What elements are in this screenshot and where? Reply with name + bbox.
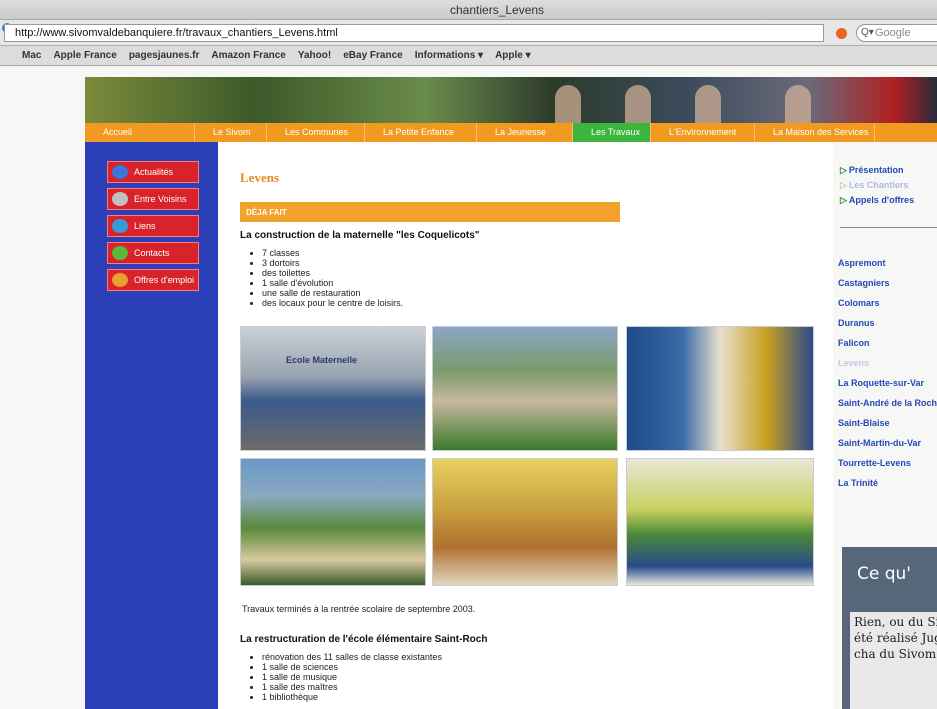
bookmark-item[interactable]: eBay France: [343, 50, 402, 61]
photo-hillside-village: [432, 326, 618, 451]
project-title: La restructuration de l'école élémentair…: [240, 634, 488, 645]
nav-item-accueil[interactable]: Accueil: [85, 123, 195, 142]
divider: [840, 227, 937, 228]
bookmark-item[interactable]: Informations ▾: [415, 50, 483, 61]
bookmark-item[interactable]: Mac: [22, 50, 41, 61]
right-link-label: Présentation: [848, 165, 904, 175]
bookmark-item[interactable]: pagesjaunes.fr: [129, 50, 200, 61]
left-menu-label: Liens: [134, 221, 156, 231]
nav-item-petite-enfance[interactable]: La Petite Enfance: [365, 123, 477, 142]
photo-school-entrance: Ecole Maternelle: [240, 326, 426, 451]
right-link-presentation[interactable]: ▷ Présentation: [840, 165, 903, 176]
photo-dining-hall: [626, 458, 814, 586]
town-link[interactable]: Duranus: [838, 318, 875, 328]
page-title: Levens: [240, 170, 279, 185]
list-item: 7 classes: [262, 248, 403, 258]
nav-item-travaux[interactable]: Les Travaux: [573, 123, 651, 142]
nav-item-maison-services[interactable]: La Maison des Services: [755, 123, 875, 142]
bookmark-item[interactable]: Yahoo!: [298, 50, 331, 61]
list-item: 1 salle de sciences: [262, 662, 442, 672]
bookmark-item[interactable]: Apple ▾: [495, 50, 531, 61]
list-item: 1 salle des maîtres: [262, 682, 442, 692]
town-link[interactable]: La Trinité: [838, 478, 878, 488]
window-title: chantiers_Levens: [450, 3, 545, 17]
right-link-chantiers[interactable]: ▷ Les Chantiers: [840, 180, 908, 191]
search-placeholder: Google: [875, 27, 911, 39]
town-link[interactable]: Tourrette-Levens: [838, 458, 911, 468]
photo-classroom-tables: [432, 458, 618, 586]
left-menu-label: Offres d'emploi: [134, 275, 195, 285]
web-page: Accueil Le Sivom Les Communes La Petite …: [0, 67, 937, 709]
left-menu-label: Entre Voisins: [134, 194, 187, 204]
address-toolbar: http://www.sivomvaldebanquiere.fr/travau…: [0, 20, 937, 46]
bookmark-item[interactable]: Apple France: [53, 50, 116, 61]
right-link-label: Appels d'offres: [848, 195, 915, 205]
url-field[interactable]: http://www.sivomvaldebanquiere.fr/travau…: [4, 24, 824, 42]
town-link[interactable]: La Roquette-sur-Var: [838, 378, 924, 388]
town-link[interactable]: Colomars: [838, 298, 880, 308]
photo-classroom-hall: [626, 326, 814, 451]
completion-caption: Travaux terminés à la rentrée scolaire d…: [242, 604, 476, 614]
nav-item-le-sivom[interactable]: Le Sivom: [195, 123, 267, 142]
project-title: La construction de la maternelle "les Co…: [240, 230, 480, 241]
nav-item-communes[interactable]: Les Communes: [267, 123, 365, 142]
town-link[interactable]: Falicon: [838, 338, 870, 348]
overlay-text: Rien, ou du Sivom été réalisé Juge, cha …: [850, 612, 937, 709]
nav-item-jeunesse[interactable]: La Jeunesse: [477, 123, 573, 142]
town-link-current[interactable]: Levens: [838, 358, 869, 368]
arrow-icon: ▷: [840, 195, 847, 205]
project-list: 7 classes 3 dortoirs des toilettes 1 sal…: [262, 248, 403, 308]
left-menu-actualites[interactable]: Actualités: [107, 161, 199, 183]
arrow-icon: ▷: [840, 165, 847, 175]
list-item: 1 salle de musique: [262, 672, 442, 682]
right-link-appels-offres[interactable]: ▷ Appels d'offres: [840, 195, 914, 206]
overlay-heading: Ce qu': [857, 564, 911, 584]
people-icon: [112, 273, 128, 287]
photo-sign: Ecole Maternelle: [286, 355, 358, 365]
list-item: des locaux pour le centre de loisirs.: [262, 298, 403, 308]
town-link[interactable]: Castagniers: [838, 278, 890, 288]
right-link-label: Les Chantiers: [848, 180, 909, 190]
news-icon: [112, 165, 128, 179]
list-item: des toilettes: [262, 268, 403, 278]
list-item: 1 salle d'évolution: [262, 278, 403, 288]
town-link[interactable]: Saint-André de la Roche: [838, 398, 937, 408]
photo-playground: [240, 458, 426, 586]
town-link[interactable]: Aspremont: [838, 258, 886, 268]
left-menu-contacts[interactable]: Contacts: [107, 242, 199, 264]
left-menu-label: Actualités: [134, 167, 174, 177]
list-item: 3 dortoirs: [262, 258, 403, 268]
left-menu-entre-voisins[interactable]: Entre Voisins: [107, 188, 199, 210]
town-link[interactable]: Saint-Martin-du-Var: [838, 438, 921, 448]
bookmark-item[interactable]: Amazon France: [211, 50, 285, 61]
nav-item-environnement[interactable]: L'Environnement: [651, 123, 755, 142]
window-titlebar: chantiers_Levens: [0, 0, 937, 20]
main-nav: Accueil Le Sivom Les Communes La Petite …: [85, 123, 937, 142]
project-list: rénovation des 11 salles de classe exist…: [262, 652, 442, 702]
list-item: rénovation des 11 salles de classe exist…: [262, 652, 442, 662]
globe-icon: [112, 219, 128, 233]
overlay-panel: Ce qu' Rien, ou du Sivom été réalisé Jug…: [842, 547, 937, 709]
left-menu-liens[interactable]: Liens: [107, 215, 199, 237]
phone-icon: [112, 246, 128, 260]
left-menu-offres-emploi[interactable]: Offres d'emploi: [107, 269, 199, 291]
section-header: DÉJA FAIT: [240, 202, 620, 222]
search-field[interactable]: Q▾ Google: [856, 24, 937, 42]
search-icon: Q▾: [861, 27, 874, 38]
left-sidebar: Actualités Entre Voisins Liens Contacts …: [85, 142, 218, 709]
left-menu-label: Contacts: [134, 248, 170, 258]
bookmarks-bar: Mac Apple France pagesjaunes.fr Amazon F…: [0, 46, 937, 66]
handshake-icon: [112, 192, 128, 206]
list-item: une salle de restauration: [262, 288, 403, 298]
rss-icon[interactable]: [836, 28, 847, 39]
main-content: Levens DÉJA FAIT La construction de la m…: [218, 142, 833, 709]
arrow-icon: ▷: [840, 180, 847, 190]
list-item: 1 bibliothèque: [262, 692, 442, 702]
town-link[interactable]: Saint-Blaise: [838, 418, 890, 428]
